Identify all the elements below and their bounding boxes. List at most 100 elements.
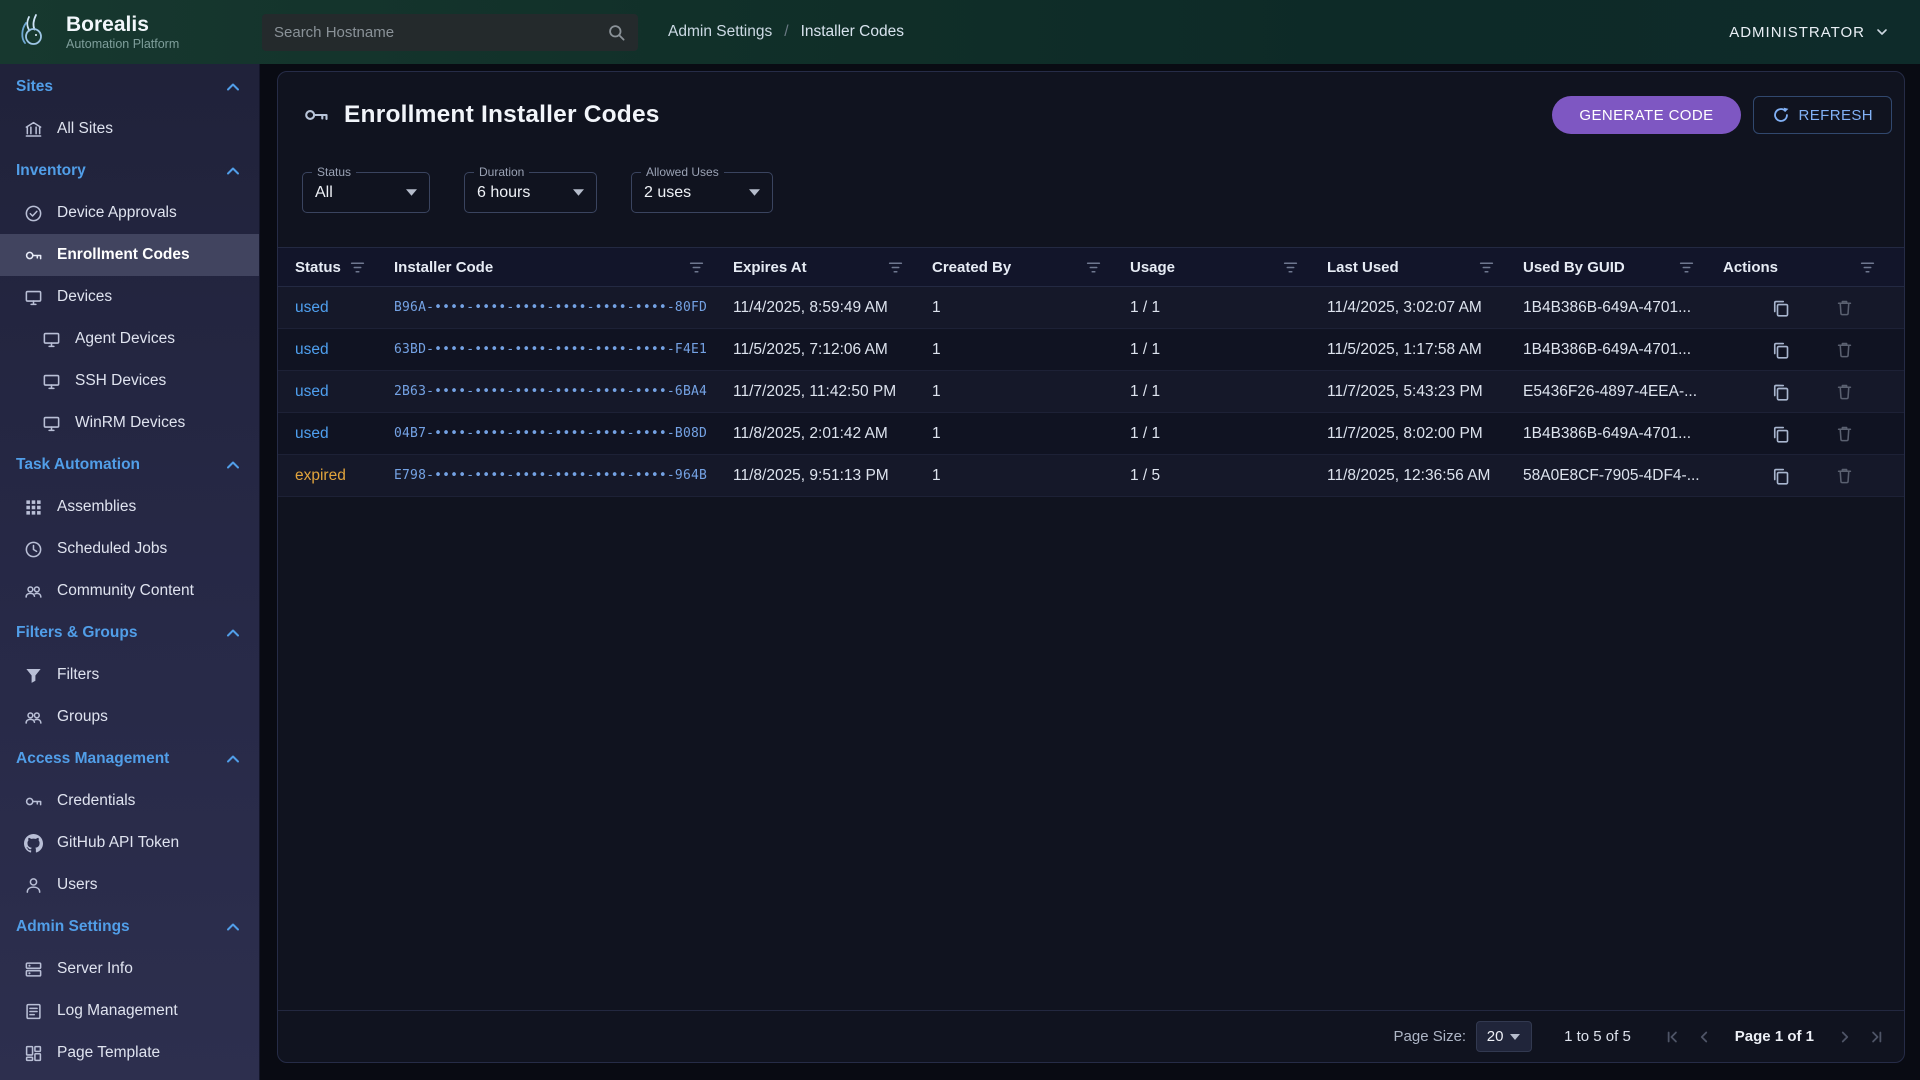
filter-list-icon[interactable] bbox=[1678, 259, 1695, 276]
sidebar-item-agent-devices[interactable]: Agent Devices bbox=[0, 318, 259, 360]
sidebar-item-winrm-devices[interactable]: WinRM Devices bbox=[0, 402, 259, 444]
filter-list-icon[interactable] bbox=[1282, 259, 1299, 276]
copy-code-button[interactable] bbox=[1771, 298, 1791, 318]
delete-code-button[interactable] bbox=[1835, 382, 1854, 401]
filter-list-icon[interactable] bbox=[688, 259, 705, 276]
filter-list-icon[interactable] bbox=[1478, 259, 1495, 276]
user-menu[interactable]: ADMINISTRATOR bbox=[1729, 24, 1890, 41]
sidebar-item-label: Groups bbox=[57, 708, 108, 726]
copy-code-button[interactable] bbox=[1771, 340, 1791, 360]
sidebar-section-task-automation[interactable]: Task Automation bbox=[0, 444, 259, 486]
sidebar-item-device-approvals[interactable]: Device Approvals bbox=[0, 192, 259, 234]
sidebar-item-page-template[interactable]: Page Template bbox=[0, 1032, 259, 1074]
table-row[interactable]: used63BD-••••-••••-••••-••••-••••-••••-F… bbox=[278, 329, 1904, 371]
search-input[interactable] bbox=[274, 24, 607, 41]
sidebar-section-filters-groups[interactable]: Filters & Groups bbox=[0, 612, 259, 654]
sidebar-item-assemblies[interactable]: Assemblies bbox=[0, 486, 259, 528]
sidebar-section-inventory[interactable]: Inventory bbox=[0, 150, 259, 192]
column-header-actions: Actions bbox=[1723, 248, 1904, 286]
cell-expires-at: 11/8/2025, 2:01:42 AM bbox=[733, 425, 932, 443]
copy-code-button[interactable] bbox=[1771, 382, 1791, 402]
refresh-button[interactable]: REFRESH bbox=[1753, 96, 1892, 134]
column-label: Created By bbox=[932, 259, 1011, 276]
duration-filter-select[interactable]: Duration 6 hours bbox=[464, 172, 597, 213]
sidebar-item-groups[interactable]: Groups bbox=[0, 696, 259, 738]
select-value: 6 hours bbox=[477, 184, 530, 202]
cell-status: used bbox=[278, 341, 394, 359]
table-row[interactable]: used2B63-••••-••••-••••-••••-••••-••••-6… bbox=[278, 371, 1904, 413]
delete-code-button[interactable] bbox=[1835, 466, 1854, 485]
cell-expires-at: 11/8/2025, 9:51:13 PM bbox=[733, 467, 932, 485]
delete-code-button[interactable] bbox=[1835, 298, 1854, 317]
select-label: Status bbox=[312, 165, 356, 179]
sidebar-section-sites[interactable]: Sites bbox=[0, 66, 259, 108]
sidebar-item-log-management[interactable]: Log Management bbox=[0, 990, 259, 1032]
cell-status: expired bbox=[278, 467, 394, 485]
sidebar-item-label: Assemblies bbox=[57, 498, 136, 516]
column-label: Status bbox=[295, 259, 341, 276]
cell-installer-code: 63BD-••••-••••-••••-••••-••••-••••-F4E1 bbox=[394, 342, 733, 357]
generate-code-button[interactable]: GENERATE CODE bbox=[1552, 96, 1740, 134]
bank-icon bbox=[24, 120, 43, 139]
sidebar-item-community-content[interactable]: Community Content bbox=[0, 570, 259, 612]
log-icon bbox=[24, 1002, 43, 1021]
cell-usage: 1 / 1 bbox=[1130, 383, 1327, 401]
sidebar-item-github-api-token[interactable]: GitHub API Token bbox=[0, 822, 259, 864]
enrollment-codes-panel: Enrollment Installer Codes GENERATE CODE… bbox=[277, 71, 1905, 1063]
copy-code-button[interactable] bbox=[1771, 466, 1791, 486]
chevron-up-icon bbox=[223, 77, 243, 97]
filter-list-icon[interactable] bbox=[1085, 259, 1102, 276]
sidebar-section-admin-settings[interactable]: Admin Settings bbox=[0, 906, 259, 948]
column-label: Usage bbox=[1130, 259, 1175, 276]
sidebar-item-label: Page Template bbox=[57, 1044, 160, 1062]
funnel-icon bbox=[24, 666, 43, 685]
breadcrumb-admin-settings[interactable]: Admin Settings bbox=[668, 23, 772, 41]
column-header-status: Status bbox=[278, 248, 394, 286]
topbar: Borealis Automation Platform Admin Setti… bbox=[0, 0, 1920, 64]
sidebar-item-server-info[interactable]: Server Info bbox=[0, 948, 259, 990]
cell-actions bbox=[1723, 340, 1904, 360]
table-row[interactable]: used04B7-••••-••••-••••-••••-••••-••••-B… bbox=[278, 413, 1904, 455]
cell-last-used: 11/7/2025, 5:43:23 PM bbox=[1327, 383, 1523, 401]
grid-icon bbox=[24, 498, 43, 517]
sidebar-section-access-management[interactable]: Access Management bbox=[0, 738, 259, 780]
last-page-button[interactable] bbox=[1864, 1024, 1890, 1050]
filter-list-icon[interactable] bbox=[349, 259, 366, 276]
sidebar-item-ssh-devices[interactable]: SSH Devices bbox=[0, 360, 259, 402]
sidebar-item-enrollment-codes[interactable]: Enrollment Codes bbox=[0, 234, 259, 276]
server-icon bbox=[24, 960, 43, 979]
sidebar-item-scheduled-jobs[interactable]: Scheduled Jobs bbox=[0, 528, 259, 570]
delete-code-button[interactable] bbox=[1835, 340, 1854, 359]
filter-list-icon[interactable] bbox=[887, 259, 904, 276]
row-range: 1 to 5 of 5 bbox=[1564, 1028, 1631, 1045]
cell-created-by: 1 bbox=[932, 299, 1130, 317]
column-header-expires-at: Expires At bbox=[733, 248, 932, 286]
sidebar-item-label: Scheduled Jobs bbox=[57, 540, 167, 558]
filter-list-icon[interactable] bbox=[1859, 259, 1876, 276]
page-size-select[interactable]: 20 bbox=[1476, 1021, 1532, 1052]
cell-status: used bbox=[278, 299, 394, 317]
sidebar-item-devices[interactable]: Devices bbox=[0, 276, 259, 318]
allowed-uses-filter-select[interactable]: Allowed Uses 2 uses bbox=[631, 172, 773, 213]
cell-used-by-guid: 1B4B386B-649A-4701... bbox=[1523, 425, 1723, 443]
sidebar-item-credentials[interactable]: Credentials bbox=[0, 780, 259, 822]
sidebar-item-all-sites[interactable]: All Sites bbox=[0, 108, 259, 150]
monitor-icon bbox=[42, 372, 61, 391]
hostname-search[interactable] bbox=[262, 14, 638, 51]
sidebar-item-filters[interactable]: Filters bbox=[0, 654, 259, 696]
cell-created-by: 1 bbox=[932, 467, 1130, 485]
table-row[interactable]: usedB96A-••••-••••-••••-••••-••••-••••-8… bbox=[278, 287, 1904, 329]
previous-page-button[interactable] bbox=[1691, 1024, 1717, 1050]
sidebar-item-label: Server Info bbox=[57, 960, 133, 978]
sidebar-item-label: GitHub API Token bbox=[57, 834, 179, 852]
next-page-button[interactable] bbox=[1832, 1024, 1858, 1050]
first-page-button[interactable] bbox=[1659, 1024, 1685, 1050]
sidebar-item-label: Log Management bbox=[57, 1002, 178, 1020]
cell-expires-at: 11/5/2025, 7:12:06 AM bbox=[733, 341, 932, 359]
table-row[interactable]: expiredE798-••••-••••-••••-••••-••••-•••… bbox=[278, 455, 1904, 497]
copy-code-button[interactable] bbox=[1771, 424, 1791, 444]
status-filter-select[interactable]: Status All bbox=[302, 172, 430, 213]
delete-code-button[interactable] bbox=[1835, 424, 1854, 443]
sidebar-item-users[interactable]: Users bbox=[0, 864, 259, 906]
breadcrumb-installer-codes[interactable]: Installer Codes bbox=[801, 23, 904, 41]
